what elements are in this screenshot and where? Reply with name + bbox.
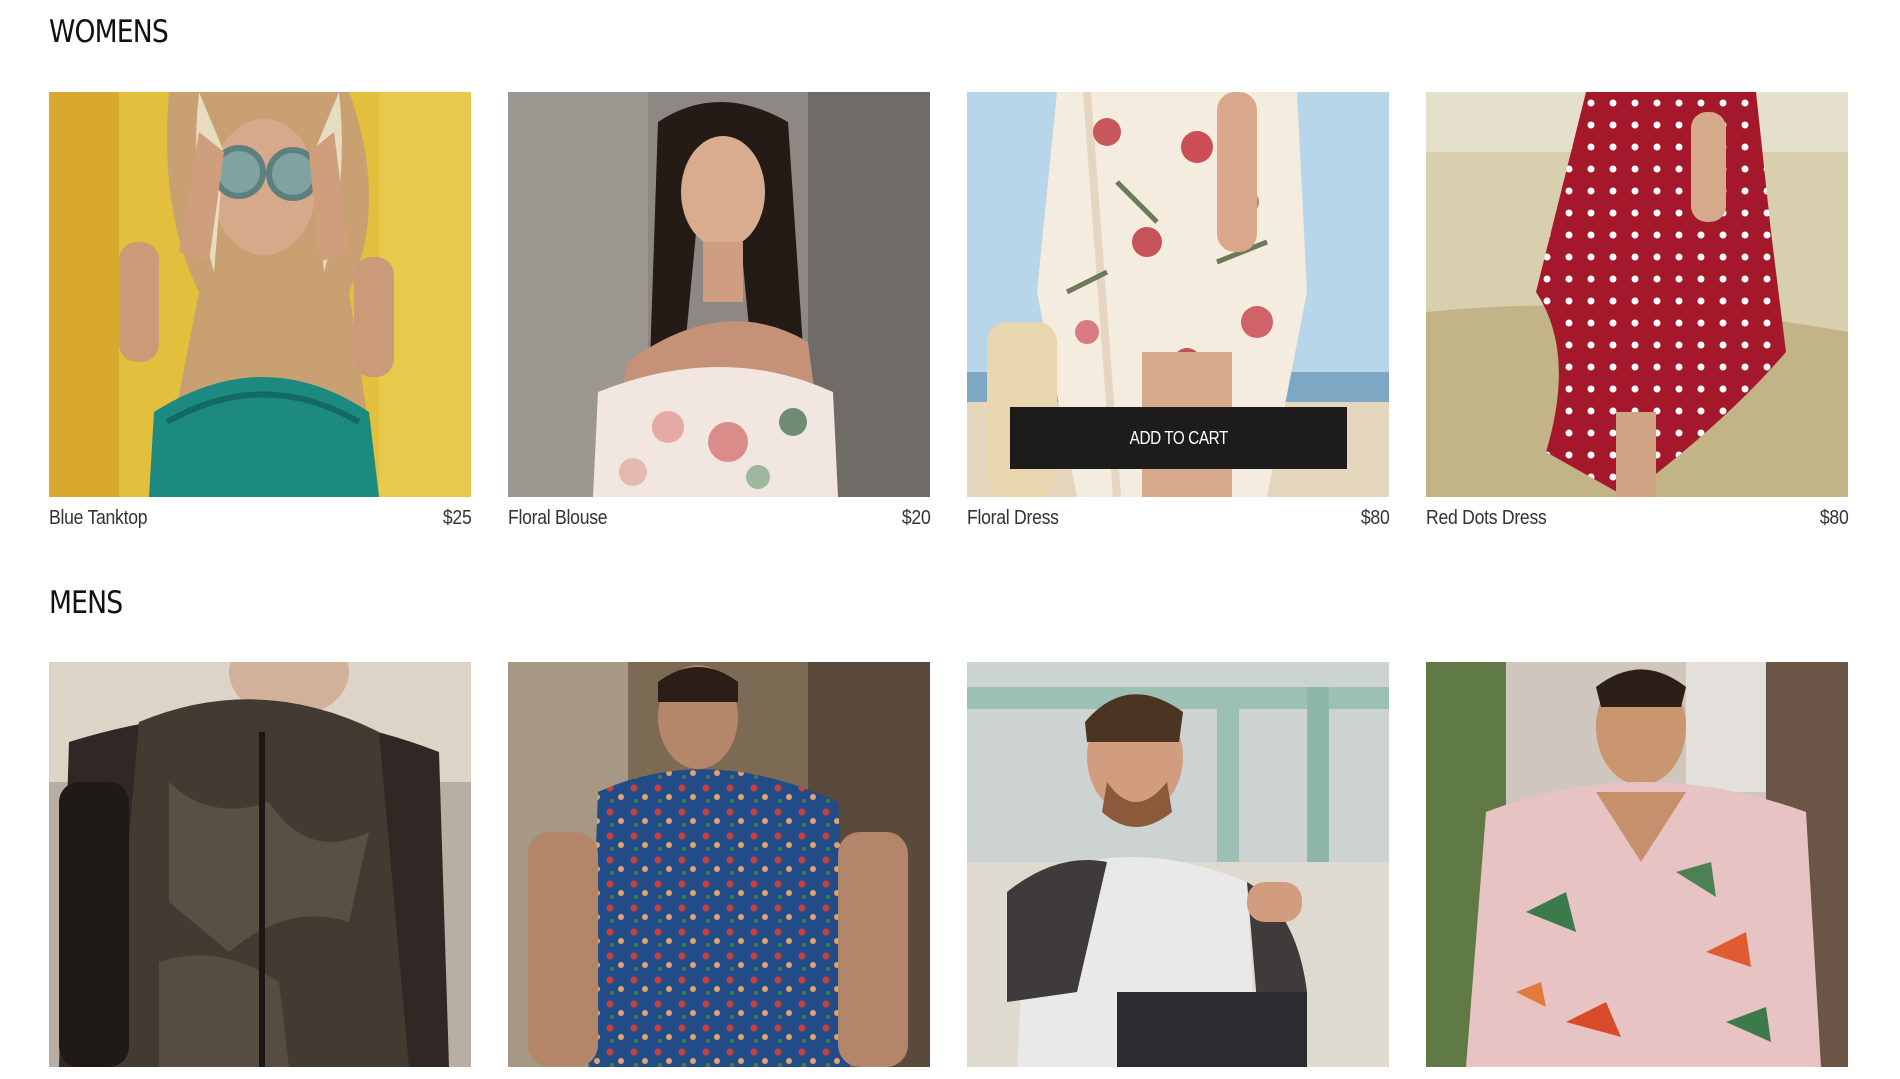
product-grid-womens: Blue Tanktop $25 Floral Blouse $20 ADD T… [49, 92, 1849, 530]
product-caption: Blue Tanktop $25 [49, 507, 471, 530]
product-card[interactable]: Red Dots Dress $80 [1426, 92, 1848, 530]
product-image[interactable] [1426, 662, 1848, 1067]
product-image[interactable] [49, 92, 471, 497]
product-price: $25 [442, 507, 471, 529]
product-card[interactable]: Floral Blouse $20 [508, 92, 930, 530]
product-image[interactable] [508, 662, 930, 1067]
product-caption: Floral Dress $80 [967, 507, 1389, 530]
section-title-womens: WOMENS [49, 14, 169, 50]
product-image[interactable]: ADD TO CART [967, 92, 1389, 497]
product-image[interactable] [49, 662, 471, 1067]
section-title-mens: MENS [49, 585, 123, 621]
product-image[interactable] [1426, 92, 1848, 497]
product-card[interactable] [508, 662, 930, 1067]
product-price: $20 [901, 507, 930, 529]
product-name[interactable]: Floral Dress [967, 507, 1059, 530]
product-card[interactable] [967, 662, 1389, 1067]
product-name[interactable]: Red Dots Dress [1426, 507, 1547, 530]
product-caption: Red Dots Dress $80 [1426, 507, 1848, 530]
product-price: $80 [1360, 507, 1389, 529]
product-price: $80 [1819, 507, 1848, 529]
product-image[interactable] [967, 662, 1389, 1067]
product-caption: Floral Blouse $20 [508, 507, 930, 530]
product-catalog-page: WOMENS Blue Tanktop $25 Floral Blouse $2… [0, 0, 1900, 1079]
product-card[interactable]: ADD TO CART Floral Dress $80 [967, 92, 1389, 530]
product-image[interactable] [508, 92, 930, 497]
product-name[interactable]: Floral Blouse [508, 507, 608, 530]
product-name[interactable]: Blue Tanktop [49, 507, 148, 530]
product-grid-mens [49, 662, 1849, 1067]
product-card[interactable] [49, 662, 471, 1067]
product-card[interactable]: Blue Tanktop $25 [49, 92, 471, 530]
product-card[interactable] [1426, 662, 1848, 1067]
add-to-cart-button[interactable]: ADD TO CART [1010, 407, 1347, 469]
